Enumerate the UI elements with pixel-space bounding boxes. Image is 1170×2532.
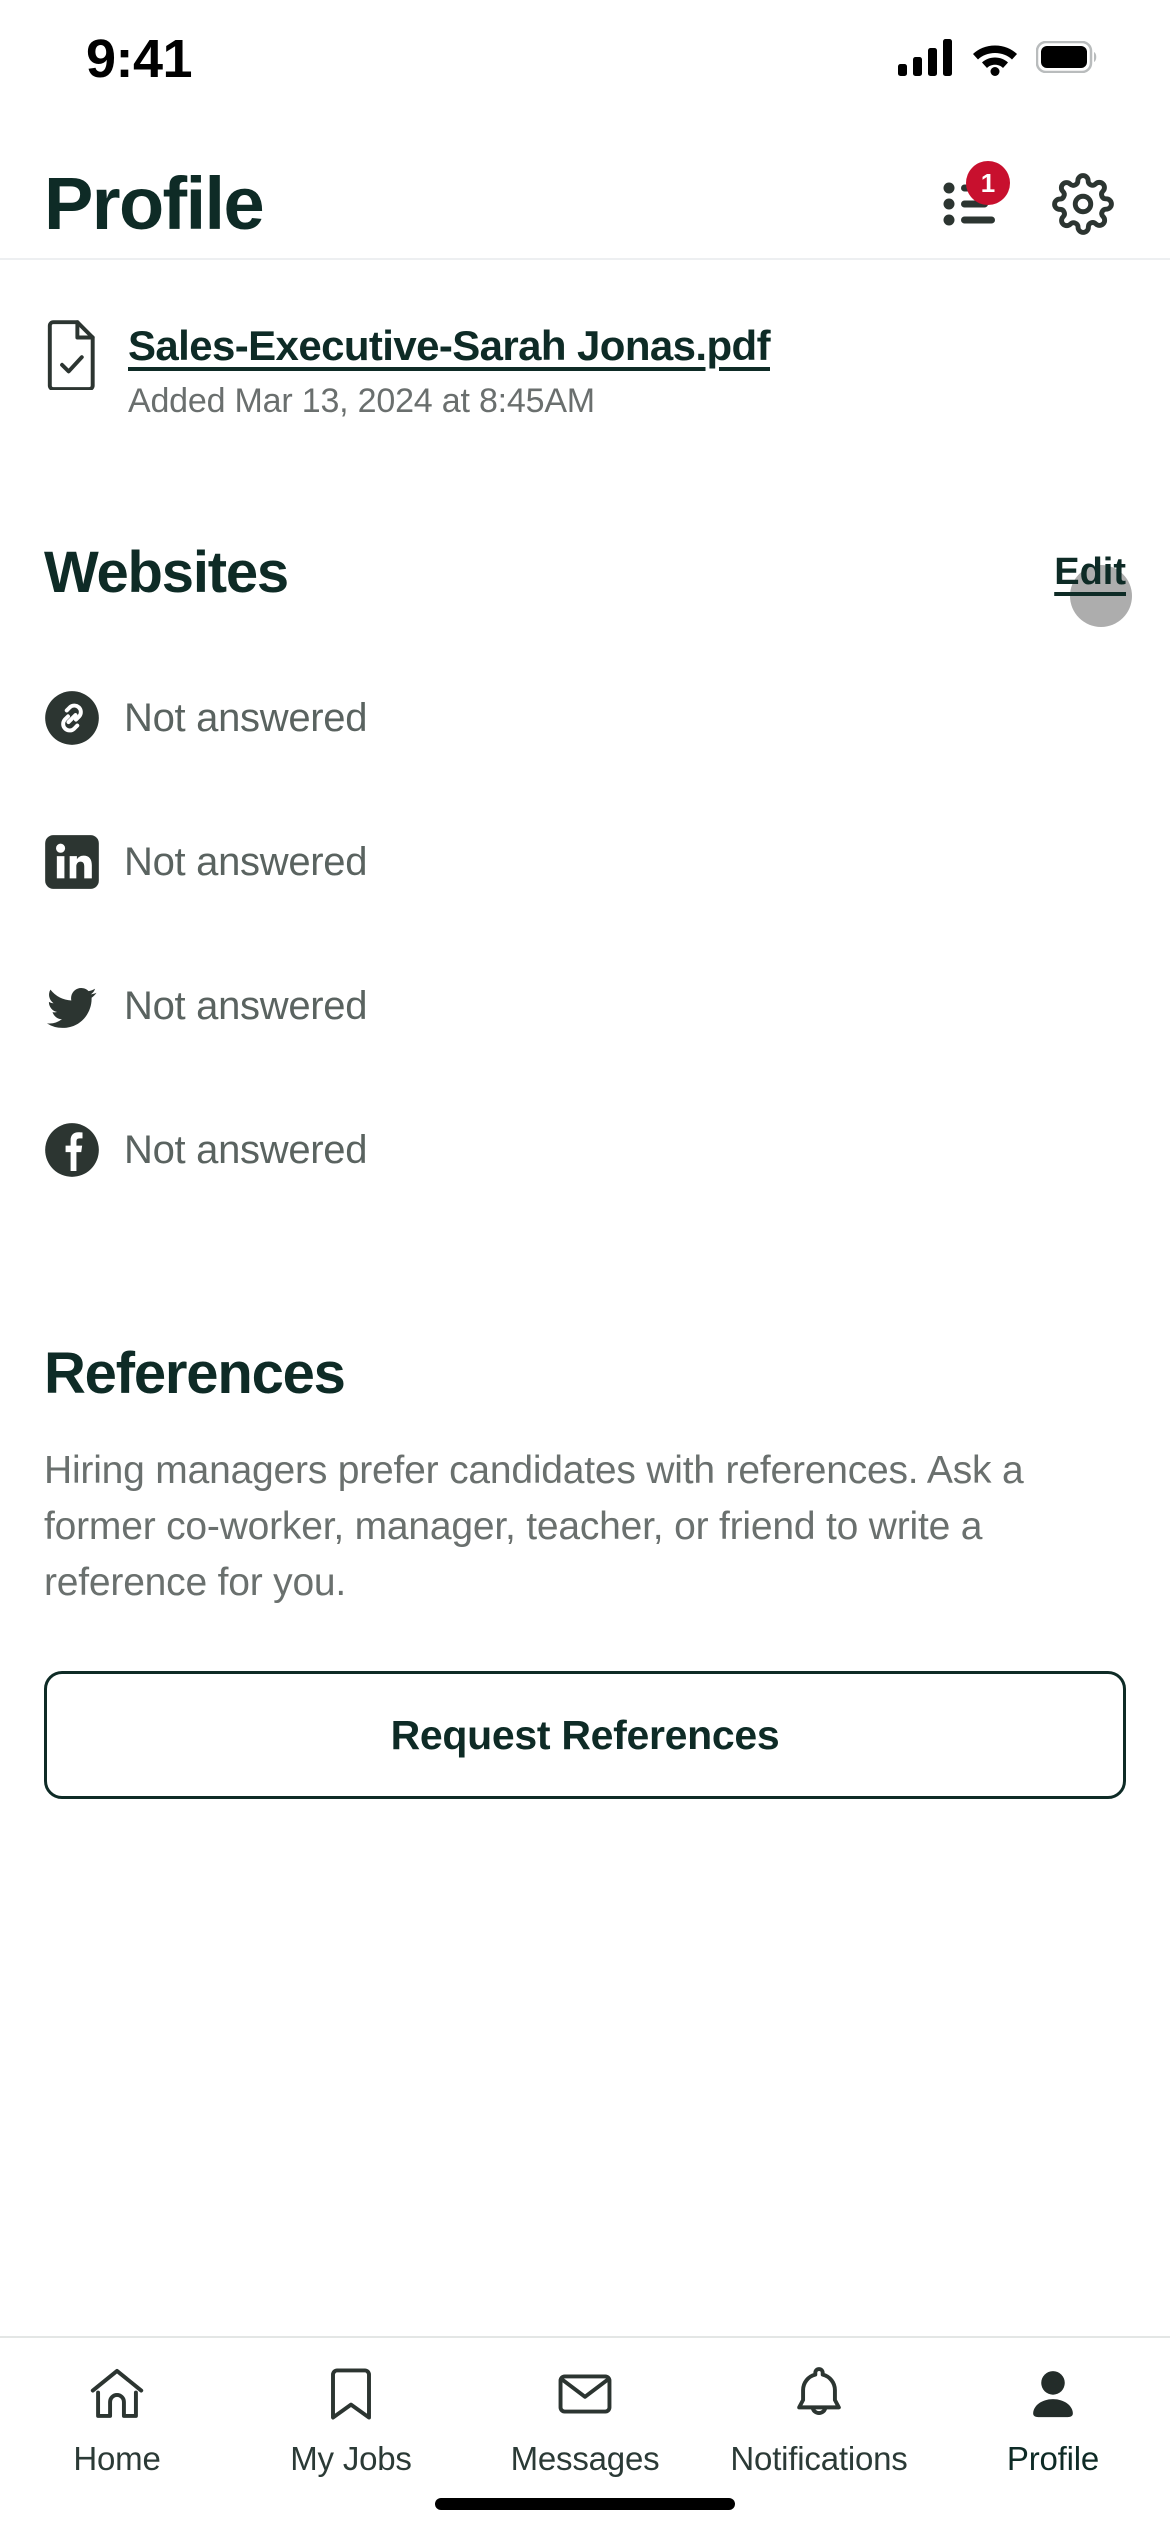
website-value: Not answered	[124, 983, 368, 1028]
person-icon	[1022, 2364, 1084, 2424]
activity-badge: 1	[966, 161, 1010, 205]
tab-label: Home	[73, 2440, 161, 2477]
references-title: References	[44, 1341, 346, 1406]
page-title: Profile	[44, 162, 265, 245]
twitter-icon	[44, 978, 100, 1034]
gear-icon	[1052, 173, 1114, 235]
activity-button[interactable]: 1	[940, 161, 1010, 235]
status-bar-icons	[898, 38, 1098, 76]
website-value: Not answered	[124, 695, 368, 740]
request-references-button[interactable]: Request References	[44, 1671, 1126, 1800]
status-bar-time: 9:41	[86, 29, 193, 89]
settings-button[interactable]	[1052, 173, 1114, 235]
tab-my-jobs[interactable]: My Jobs	[234, 2364, 468, 2478]
websites-title: Websites	[44, 540, 289, 605]
facebook-icon	[44, 1122, 100, 1178]
document-check-icon	[44, 320, 102, 390]
wifi-icon	[970, 38, 1020, 76]
link-icon	[44, 690, 100, 746]
bookmark-icon	[320, 2364, 382, 2424]
website-row-linkedin[interactable]: Not answered	[44, 790, 1126, 934]
websites-list: Not answered Not answered Not answered N…	[44, 646, 1126, 1222]
edit-websites-button[interactable]: Edit	[1054, 551, 1126, 594]
home-icon	[86, 2364, 148, 2424]
website-row-twitter[interactable]: Not answered	[44, 934, 1126, 1078]
resume-added-date: Added Mar 13, 2024 at 8:45AM	[128, 382, 595, 420]
app-header: Profile 1	[0, 150, 1170, 258]
phone-screen: 9:41 Profile 1 Sales-Executive-Sarah Jon…	[0, 0, 1170, 2532]
tab-label: My Jobs	[290, 2440, 412, 2477]
tab-label: Messages	[510, 2440, 660, 2477]
header-actions: 1	[940, 161, 1126, 235]
resume-texts: Sales-Executive-Sarah Jonas.pdf Added Ma…	[128, 320, 771, 421]
websites-header: Websites Edit	[44, 539, 1133, 627]
website-row-facebook[interactable]: Not answered	[44, 1078, 1126, 1222]
tab-profile[interactable]: Profile	[936, 2364, 1170, 2478]
envelope-icon	[554, 2364, 616, 2424]
profile-content: Sales-Executive-Sarah Jonas.pdf Added Ma…	[0, 260, 1170, 2336]
tab-messages[interactable]: Messages	[468, 2364, 702, 2478]
bell-icon	[788, 2364, 850, 2424]
home-indicator	[435, 2498, 735, 2510]
website-row-personal[interactable]: Not answered	[44, 646, 1126, 790]
tab-home[interactable]: Home	[0, 2364, 234, 2478]
cellular-signal-icon	[898, 38, 954, 76]
resume-file-link[interactable]: Sales-Executive-Sarah Jonas.pdf	[128, 322, 771, 370]
website-value: Not answered	[124, 839, 368, 884]
references-description: Hiring managers prefer candidates with r…	[44, 1449, 1024, 1605]
websites-edit-wrap: Edit	[1054, 551, 1133, 627]
websites-section: Websites Edit Not answered Not answered …	[44, 539, 1133, 1222]
tab-label: Profile	[1006, 2440, 1100, 2477]
tab-notifications[interactable]: Notifications	[702, 2364, 936, 2478]
linkedin-icon	[44, 834, 100, 890]
references-section: References Hiring managers prefer candid…	[44, 1340, 1126, 1800]
resume-row[interactable]: Sales-Executive-Sarah Jonas.pdf Added Ma…	[44, 260, 1126, 421]
status-bar: 9:41	[0, 0, 1170, 150]
tab-label: Notifications	[730, 2440, 908, 2477]
website-value: Not answered	[124, 1127, 368, 1172]
battery-icon	[1036, 41, 1098, 73]
